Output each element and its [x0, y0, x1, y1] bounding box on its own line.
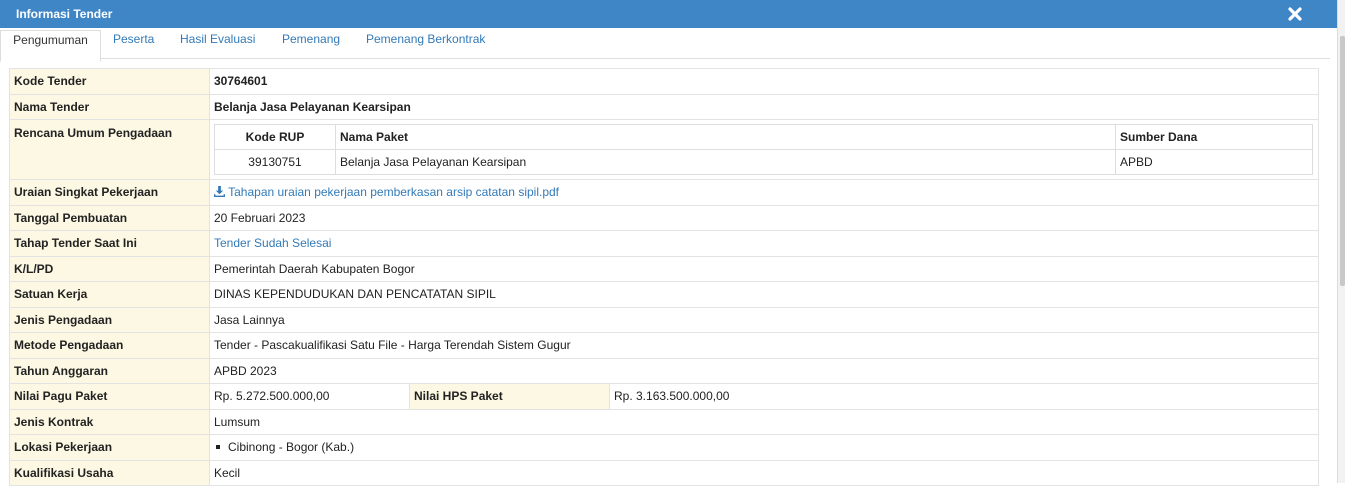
- tab-pengumuman[interactable]: Pengumuman: [0, 30, 101, 62]
- dialog-titlebar: Informasi Tender: [0, 0, 1337, 28]
- label-hps: Nilai HPS Paket: [409, 383, 610, 410]
- row-kode-tender: Kode Tender 30764601: [9, 68, 1319, 95]
- row-pagu-hps: Nilai Pagu Paket Rp. 5.272.500.000,00 Ni…: [9, 383, 1319, 410]
- value-lokasi-cell: Cibinong - Bogor (Kab.): [209, 434, 1319, 461]
- label-kualifikasi: Kualifikasi Usaha: [9, 459, 210, 486]
- value-tahun: APBD 2023: [209, 357, 1319, 384]
- tab-pemenang[interactable]: Pemenang: [282, 30, 340, 60]
- value-tanggal: 20 Februari 2023: [209, 204, 1319, 231]
- value-lokasi: Cibinong - Bogor (Kab.): [228, 440, 355, 455]
- rup-header-kode: Kode RUP: [214, 124, 336, 150]
- label-kontrak: Jenis Kontrak: [9, 408, 210, 435]
- value-rup: Kode RUP Nama Paket Sumber Dana 39130751…: [209, 119, 1319, 180]
- bullet-icon: [216, 445, 220, 450]
- row-kontrak: Jenis Kontrak Lumsum: [9, 408, 1319, 435]
- rup-cell-kode: 39130751: [214, 149, 336, 175]
- value-hps: Rp. 3.163.500.000,00: [609, 383, 1319, 410]
- dialog-title: Informasi Tender: [16, 7, 113, 21]
- label-tanggal: Tanggal Pembuatan: [9, 204, 210, 231]
- label-uraian: Uraian Singkat Pekerjaan: [9, 179, 210, 206]
- value-metode: Tender - Pascakualifikasi Satu File - Ha…: [209, 332, 1319, 359]
- tab-content-pengumuman: Kode Tender 30764601 Nama Tender Belanja…: [0, 59, 1330, 486]
- row-lokasi: Lokasi Pekerjaan Cibinong - Bogor (Kab.): [9, 434, 1319, 461]
- row-tahap: Tahap Tender Saat Ini Tender Sudah Seles…: [9, 230, 1319, 257]
- label-tahap: Tahap Tender Saat Ini: [9, 230, 210, 257]
- download-icon: [214, 186, 225, 198]
- tahap-link[interactable]: Tender Sudah Selesai: [214, 236, 331, 250]
- label-metode: Metode Pengadaan: [9, 332, 210, 359]
- rup-cell-nama: Belanja Jasa Pelayanan Kearsipan: [335, 149, 1116, 175]
- value-kode-tender: 30764601: [209, 68, 1319, 95]
- label-lokasi: Lokasi Pekerjaan: [9, 434, 210, 461]
- value-satker: DINAS KEPENDUDUKAN DAN PENCATATAN SIPIL: [209, 281, 1319, 308]
- value-uraian: Tahapan uraian pekerjaan pemberkasan ars…: [209, 179, 1319, 206]
- label-nama-tender: Nama Tender: [9, 93, 210, 120]
- tab-hasil-evaluasi[interactable]: Hasil Evaluasi: [180, 30, 255, 60]
- scrollbar[interactable]: [1337, 0, 1345, 483]
- row-kualifikasi: Kualifikasi Usaha Kecil: [9, 459, 1319, 486]
- label-jenis-pengadaan: Jenis Pengadaan: [9, 306, 210, 333]
- rup-cell-sumber: APBD: [1115, 149, 1313, 175]
- label-kode-tender: Kode Tender: [9, 68, 210, 95]
- value-klpd: Pemerintah Daerah Kabupaten Bogor: [209, 255, 1319, 282]
- value-tahap-cell: Tender Sudah Selesai: [209, 230, 1319, 257]
- scrollbar-thumb[interactable]: [1340, 36, 1345, 286]
- row-uraian: Uraian Singkat Pekerjaan Tahapan uraian …: [9, 179, 1319, 206]
- close-icon[interactable]: [1287, 6, 1303, 22]
- uraian-filename: Tahapan uraian pekerjaan pemberkasan ars…: [228, 185, 560, 200]
- rup-header-sumber: Sumber Dana: [1115, 124, 1313, 150]
- rup-header-nama: Nama Paket: [335, 124, 1116, 150]
- tender-info-table: Kode Tender 30764601 Nama Tender Belanja…: [9, 68, 1319, 486]
- row-klpd: K/L/PD Pemerintah Daerah Kabupaten Bogor: [9, 255, 1319, 282]
- label-tahun: Tahun Anggaran: [9, 357, 210, 384]
- value-jenis-pengadaan: Jasa Lainnya: [209, 306, 1319, 333]
- rup-table: Kode RUP Nama Paket Sumber Dana 39130751…: [214, 124, 1313, 175]
- row-satker: Satuan Kerja DINAS KEPENDUDUKAN DAN PENC…: [9, 281, 1319, 308]
- row-tahun: Tahun Anggaran APBD 2023: [9, 357, 1319, 384]
- label-rup: Rencana Umum Pengadaan: [9, 119, 210, 180]
- label-pagu: Nilai Pagu Paket: [9, 383, 210, 410]
- tab-peserta[interactable]: Peserta: [113, 30, 154, 60]
- row-rup: Rencana Umum Pengadaan Kode RUP Nama Pak…: [9, 119, 1319, 180]
- row-jenis-pengadaan: Jenis Pengadaan Jasa Lainnya: [9, 306, 1319, 333]
- rup-row: 39130751 Belanja Jasa Pelayanan Kearsipa…: [214, 149, 1313, 175]
- label-satker: Satuan Kerja: [9, 281, 210, 308]
- row-nama-tender: Nama Tender Belanja Jasa Pelayanan Kears…: [9, 93, 1319, 120]
- value-kontrak: Lumsum: [209, 408, 1319, 435]
- row-tanggal: Tanggal Pembuatan 20 Februari 2023: [9, 204, 1319, 231]
- uraian-download-link[interactable]: Tahapan uraian pekerjaan pemberkasan ars…: [214, 185, 559, 199]
- tab-bar: Pengumuman Peserta Hasil Evaluasi Pemena…: [0, 28, 1330, 62]
- value-kualifikasi: Kecil: [209, 459, 1319, 486]
- tab-pemenang-berkontrak[interactable]: Pemenang Berkontrak: [366, 30, 485, 60]
- row-metode: Metode Pengadaan Tender - Pascakualifika…: [9, 332, 1319, 359]
- value-pagu: Rp. 5.272.500.000,00: [209, 383, 410, 410]
- label-klpd: K/L/PD: [9, 255, 210, 282]
- value-nama-tender: Belanja Jasa Pelayanan Kearsipan: [209, 93, 1319, 120]
